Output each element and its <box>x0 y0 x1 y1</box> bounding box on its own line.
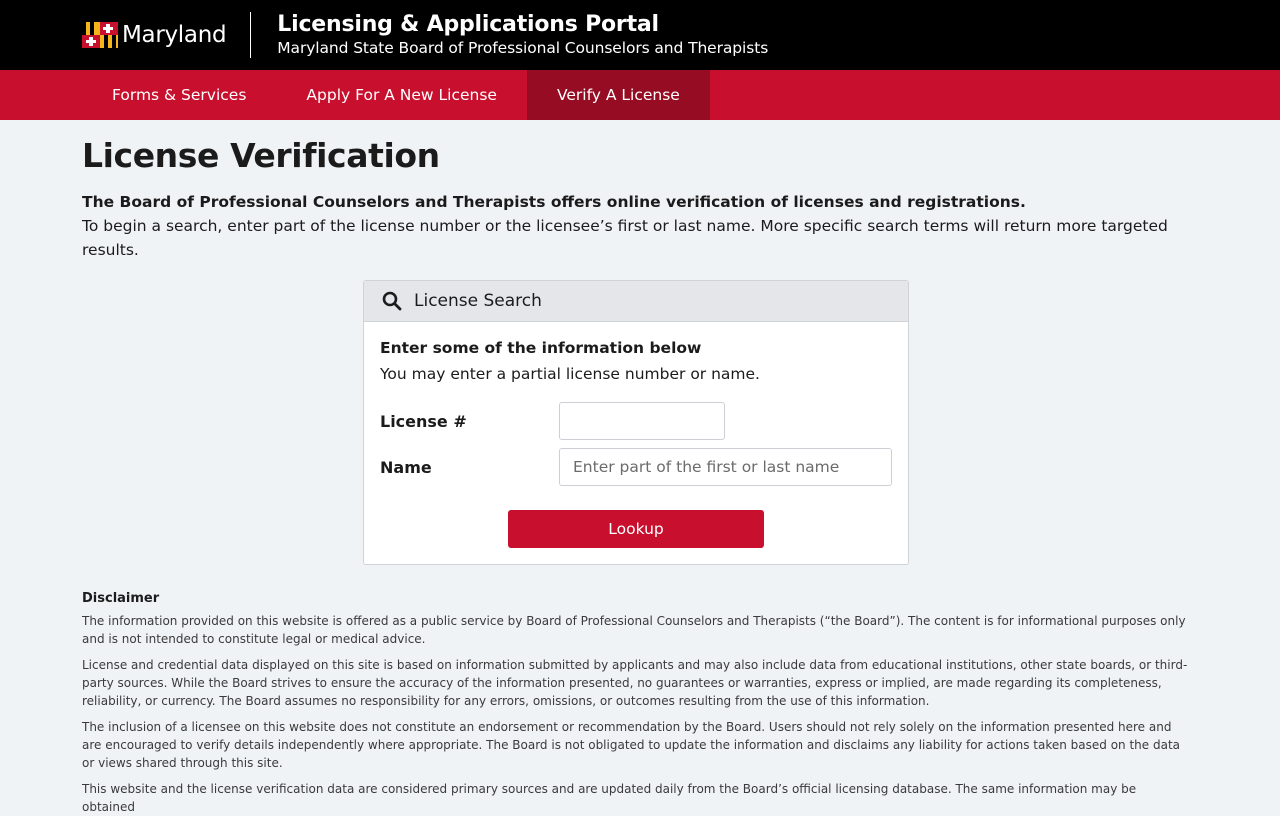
portal-heading: Licensing & Applications Portal Maryland… <box>277 12 768 58</box>
portal-subtitle: Maryland State Board of Professional Cou… <box>277 39 769 57</box>
license-number-input[interactable] <box>559 402 725 440</box>
disclaimer-paragraph: The inclusion of a licensee on this webs… <box>82 720 1181 770</box>
main-nav: Forms & Services Apply For A New License… <box>0 70 1280 120</box>
intro-bold-text: The Board of Professional Counselors and… <box>82 193 1026 211</box>
disclaimer-paragraph: The information provided on this website… <box>82 614 1186 646</box>
site-header: Maryland Licensing & Applications Portal… <box>0 0 1280 70</box>
license-number-label: License # <box>380 411 467 431</box>
nav-forms-services[interactable]: Forms & Services <box>82 70 276 120</box>
license-number-row: License # <box>380 402 892 440</box>
search-icon <box>382 291 402 311</box>
nav-apply-new-license[interactable]: Apply For A New License <box>276 70 527 120</box>
license-search-body: Enter some of the information below You … <box>364 322 908 564</box>
lookup-button[interactable]: Lookup <box>508 510 764 548</box>
name-label: Name <box>380 457 432 477</box>
lookup-button-wrap: Lookup <box>380 510 892 548</box>
logo-text: Maryland <box>122 22 227 48</box>
name-input[interactable] <box>559 448 892 486</box>
disclaimer: Disclaimer The information provided on t… <box>82 590 1192 816</box>
license-search-title: License Search <box>414 291 542 311</box>
portal-title: Licensing & Applications Portal <box>277 12 659 37</box>
nav-verify-license[interactable]: Verify A License <box>526 70 710 120</box>
page-title: License Verification <box>82 136 440 175</box>
license-search-card: License Search Enter some of the informa… <box>363 280 909 565</box>
disclaimer-paragraph: License and credential data displayed on… <box>82 658 1188 708</box>
search-hint-bold: Enter some of the information below <box>380 339 702 357</box>
search-hint: You may enter a partial license number o… <box>380 365 760 383</box>
name-row: Name <box>380 448 892 486</box>
maryland-flag-icon <box>82 22 118 48</box>
main-content: License Verification The Board of Profes… <box>0 136 1280 816</box>
disclaimer-title: Disclaimer <box>82 591 160 606</box>
intro-text: To begin a search, enter part of the lic… <box>82 217 1168 259</box>
disclaimer-paragraph: This website and the license verificatio… <box>82 782 1137 814</box>
license-search-header: License Search <box>364 281 908 322</box>
header-divider <box>250 12 252 58</box>
maryland-logo[interactable]: Maryland <box>82 22 227 48</box>
